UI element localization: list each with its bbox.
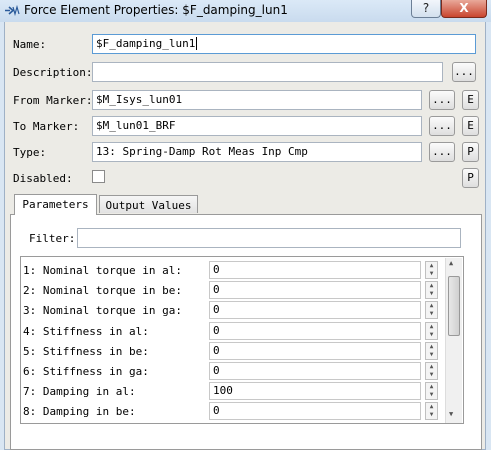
table-row: 9: Damping in ga:0▲▼: [21, 422, 443, 423]
name-label: Name:: [13, 38, 47, 51]
parameter-table: 1: Nominal torque in al: 0 ▲ ▼ 2: Nominal to…: [20, 256, 464, 424]
disabled-params-button[interactable]: P: [462, 168, 479, 188]
parameter-label: 2: Nominal torque in be:: [23, 284, 182, 298]
spin-down-arrow-icon[interactable]: ▼: [426, 371, 437, 379]
description-browse-button[interactable]: ...: [452, 62, 476, 82]
parameter-spinner[interactable]: ▲▼: [425, 341, 438, 360]
type-browse-button[interactable]: ...: [429, 142, 455, 162]
table-row: 4: Stiffness in al: 0 ▲ ▼: [21, 321, 443, 341]
parameter-spinner[interactable]: ▲▼: [425, 402, 438, 421]
spin-down-arrow-icon[interactable]: ▼: [426, 351, 437, 359]
spin-up-arrow-icon[interactable]: ▲: [426, 262, 437, 270]
spin-up-arrow-icon[interactable]: ▲: [426, 383, 437, 391]
title-bar[interactable]: Force Element Properties: $F_damping_lun…: [0, 0, 491, 22]
parameter-value-input[interactable]: 0: [209, 261, 421, 279]
spin-down-arrow-icon[interactable]: ▼: [426, 310, 437, 318]
parameter-spinner[interactable]: ▲▼: [425, 321, 438, 340]
table-row: 8: Damping in be: 0 ▲ ▼: [21, 402, 443, 421]
parameter-label: 3: Nominal torque in ga:: [23, 304, 182, 318]
help-button[interactable]: ?: [411, 0, 441, 18]
name-value: $F_damping_lun1: [96, 37, 196, 50]
spin-down-arrow-icon[interactable]: ▼: [426, 270, 437, 278]
parameter-spinner[interactable]: ▲▼: [425, 382, 438, 401]
to-marker-edit-button[interactable]: E: [462, 116, 479, 136]
parameter-value-input[interactable]: 0: [209, 341, 421, 360]
type-field[interactable]: 13: Spring-Damp Rot Meas Inp Cmp: [92, 142, 422, 162]
spin-down-arrow-icon[interactable]: ▼: [426, 331, 437, 339]
close-button[interactable]: X: [441, 0, 487, 18]
parameter-label: 6: Stiffness in ga:: [23, 365, 149, 378]
tab-parameters[interactable]: Parameters: [14, 194, 97, 215]
from-marker-edit-button[interactable]: E: [462, 90, 479, 110]
description-field[interactable]: [92, 62, 443, 82]
parameter-spinner[interactable]: ▲▼: [425, 362, 438, 380]
disabled-label: Disabled:: [13, 172, 73, 185]
spin-up-arrow-icon[interactable]: ▲: [426, 302, 437, 310]
spin-down-arrow-icon[interactable]: ▼: [426, 290, 437, 298]
type-params-button[interactable]: P: [462, 142, 479, 162]
from-marker-browse-button[interactable]: ...: [429, 90, 455, 110]
table-row: 1: Nominal torque in al: 0 ▲ ▼: [21, 261, 443, 280]
parameter-value-input[interactable]: 0: [209, 362, 421, 380]
parameter-value-input[interactable]: 0: [209, 321, 421, 340]
parameter-label: 8: Damping in be:: [23, 405, 136, 419]
spin-up-arrow-icon[interactable]: ▲: [426, 323, 437, 331]
parameter-label: 4: Stiffness in al:: [23, 324, 149, 338]
filter-label: Filter:: [29, 232, 76, 245]
scroll-up-arrow-icon[interactable]: ▲: [449, 259, 453, 267]
parameter-label: 1: Nominal torque in al:: [23, 264, 182, 277]
parameter-value-input[interactable]: 0: [209, 402, 421, 421]
to-marker-field[interactable]: $M_lun01_BRF: [92, 116, 422, 136]
tab-output-values[interactable]: Output Values: [99, 195, 198, 213]
to-marker-browse-button[interactable]: ...: [429, 116, 455, 136]
spin-down-arrow-icon[interactable]: ▼: [426, 391, 437, 399]
parameter-value-input[interactable]: 0: [209, 281, 421, 300]
spin-up-arrow-icon[interactable]: ▲: [426, 403, 437, 411]
filter-input[interactable]: [77, 228, 461, 248]
table-row: 7: Damping in al: 100 ▲ ▼: [21, 382, 443, 401]
parameter-spinner[interactable]: ▲▼: [425, 301, 438, 320]
spin-up-arrow-icon[interactable]: ▲: [426, 282, 437, 290]
table-row: 3: Nominal torque in ga: 0 ▲ ▼: [21, 301, 443, 320]
window-title: Force Element Properties: $F_damping_lun…: [24, 3, 288, 17]
parameter-spinner[interactable]: ▲▼: [425, 261, 438, 279]
description-label: Description:: [13, 66, 93, 79]
table-row: 6: Stiffness in ga: 0 ▲ ▼: [21, 362, 443, 381]
table-row: 2: Nominal torque in be: 0 ▲ ▼: [21, 281, 443, 300]
scrollbar-thumb[interactable]: [448, 276, 460, 336]
scroll-down-arrow-icon[interactable]: ▼: [449, 410, 453, 418]
parameter-value-input[interactable]: 0: [209, 301, 421, 320]
from-marker-field[interactable]: $M_Isys_lun01: [92, 90, 422, 110]
disabled-checkbox[interactable]: [92, 170, 105, 183]
table-row: 5: Stiffness in be: 0 ▲ ▼: [21, 341, 443, 361]
parameter-spinner[interactable]: ▲▼: [425, 281, 438, 300]
parameter-value-input[interactable]: 100: [209, 382, 421, 401]
type-label: Type:: [13, 146, 47, 159]
spin-down-arrow-icon[interactable]: ▼: [426, 411, 437, 419]
spin-up-arrow-icon[interactable]: ▲: [426, 343, 437, 351]
force-element-icon: [5, 4, 20, 17]
vertical-scrollbar[interactable]: ▲ ▼: [445, 258, 462, 423]
name-field[interactable]: $F_damping_lun1: [92, 34, 476, 54]
parameter-spinner[interactable]: ▲▼: [425, 422, 438, 423]
spin-up-arrow-icon[interactable]: ▲: [426, 363, 437, 371]
parameter-label: 5: Stiffness in be:: [23, 344, 149, 358]
from-marker-label: From Marker:: [13, 94, 93, 107]
parameter-value-input[interactable]: 0: [209, 422, 421, 423]
parameter-label: 7: Damping in al:: [23, 385, 136, 399]
to-marker-label: To Marker:: [13, 120, 80, 133]
text-cursor: [196, 37, 198, 50]
